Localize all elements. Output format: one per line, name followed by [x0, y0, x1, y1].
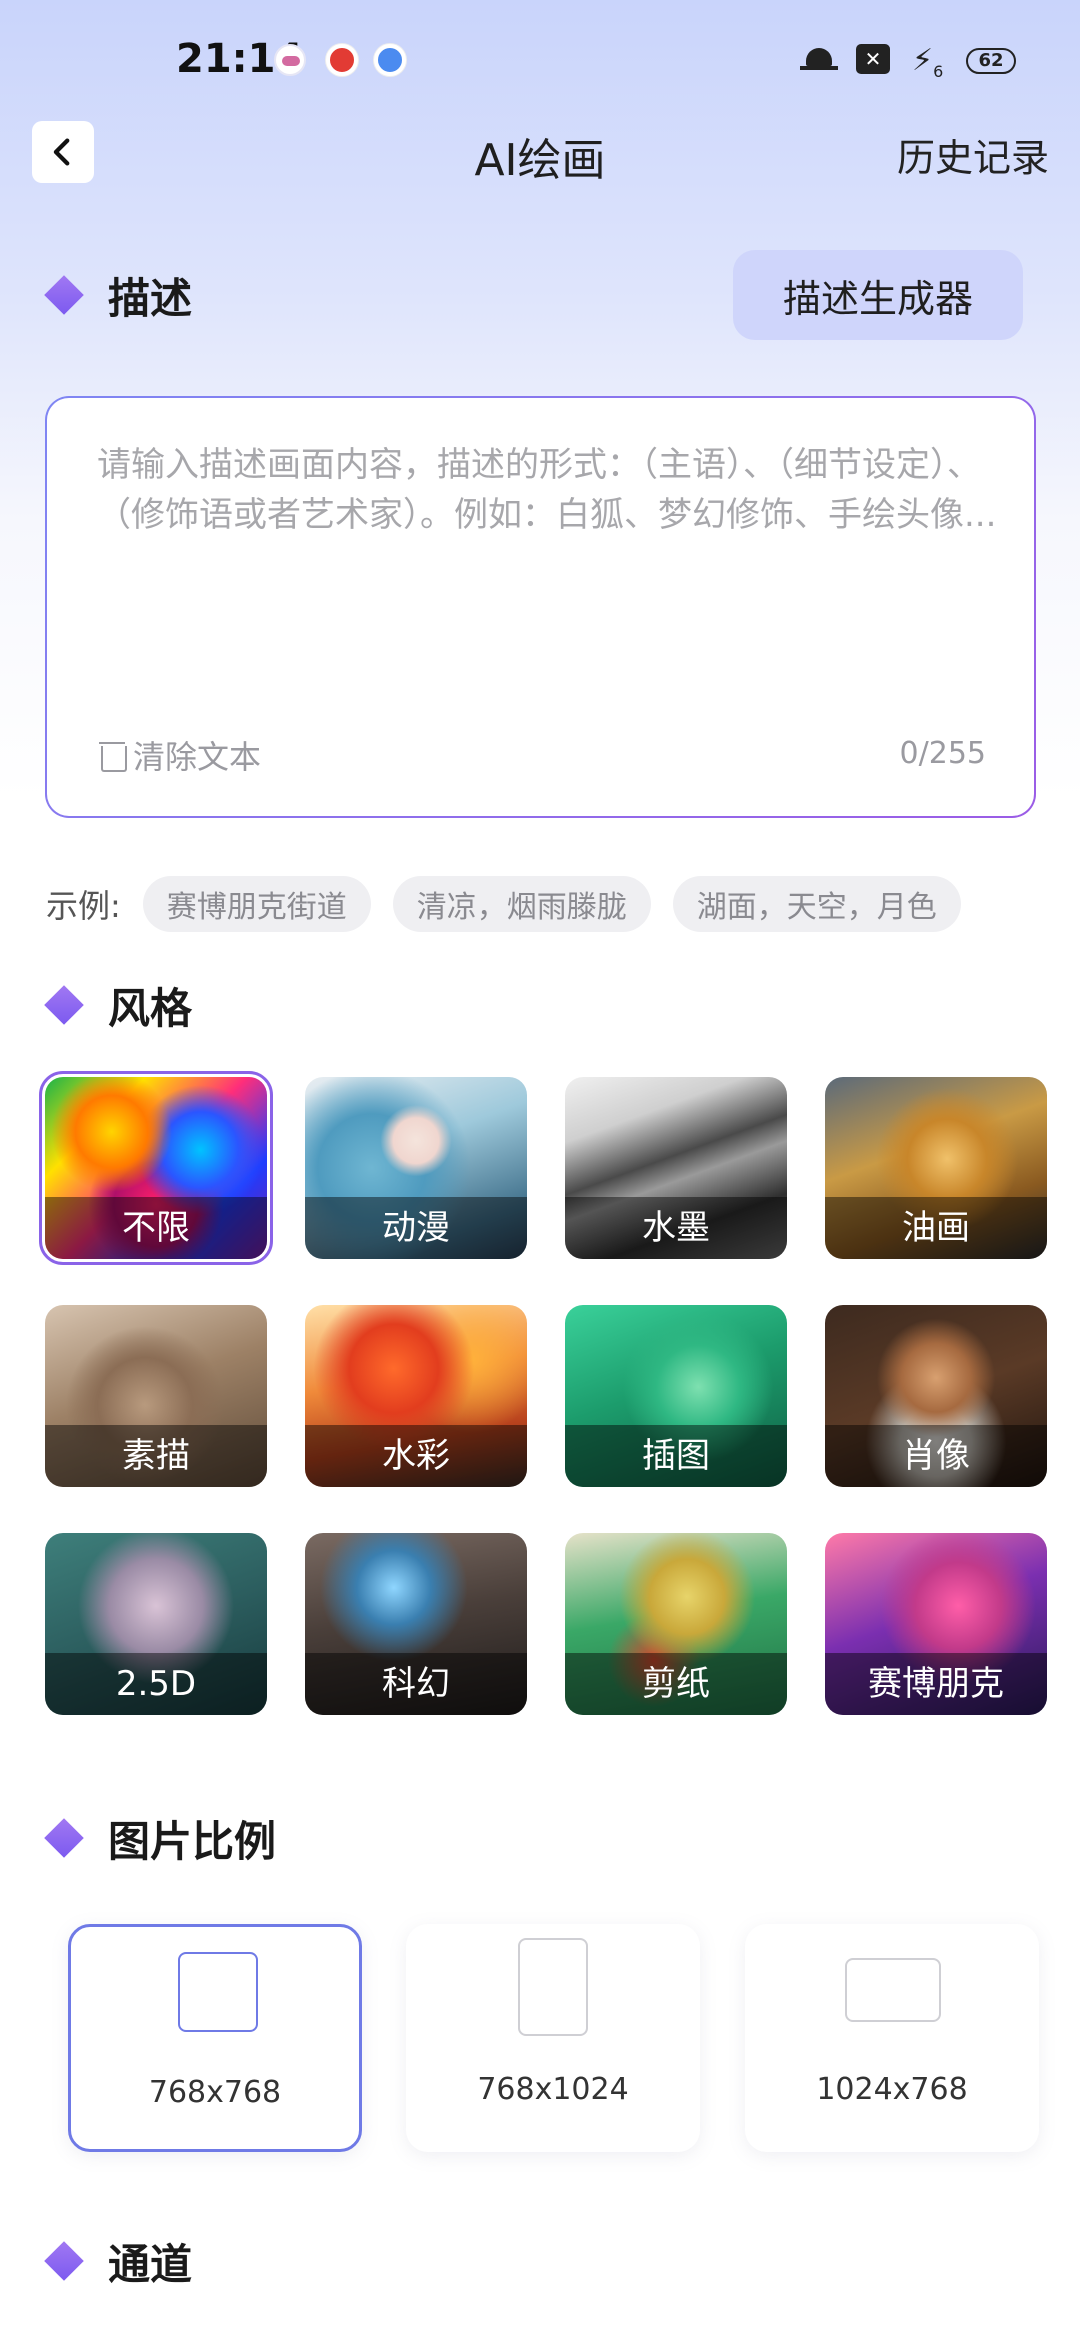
- ratio-label: 768x1024: [477, 2072, 629, 2107]
- square-ratio-icon: [178, 1952, 258, 2032]
- style-label: 插图: [565, 1425, 787, 1487]
- description-section-header: 描述: [44, 270, 192, 323]
- example-chip[interactable]: 赛博朋克街道: [142, 876, 371, 932]
- description-generator-button[interactable]: 描述生成器: [733, 250, 1023, 340]
- style-label: 油画: [825, 1197, 1047, 1259]
- app-notification-icon-2: [374, 44, 406, 76]
- ratio-section-header: 图片比例: [44, 1813, 276, 1866]
- prompt-input-inner[interactable]: 请输入描述画面内容，描述的形式：（主语）、（细节设定）、（修饰语或者艺术家）。例…: [47, 398, 1034, 816]
- style-card-unlimited[interactable]: 不限: [39, 1071, 273, 1265]
- section-title: 图片比例: [108, 1816, 277, 1866]
- examples-label: 示例:: [46, 887, 121, 925]
- trash-icon: [99, 738, 127, 772]
- style-label: 不限: [45, 1197, 267, 1259]
- section-title: 通道: [108, 2239, 193, 2289]
- style-label: 水墨: [565, 1197, 787, 1259]
- diamond-icon: [44, 1818, 84, 1858]
- diamond-icon: [44, 275, 84, 315]
- style-label: 动漫: [305, 1197, 527, 1259]
- history-button[interactable]: 历史记录: [897, 127, 1049, 182]
- ratio-label: 1024x768: [816, 2072, 968, 2107]
- sim-icon: ✕: [856, 44, 890, 74]
- style-section-header: 风格: [44, 980, 192, 1033]
- style-card-cyberpunk[interactable]: 赛博朋克: [825, 1533, 1047, 1715]
- style-label: 剪纸: [565, 1653, 787, 1715]
- clear-text-label: 清除文本: [133, 738, 262, 776]
- style-label: 科幻: [305, 1653, 527, 1715]
- prompt-input-box[interactable]: 请输入描述画面内容，描述的形式：（主语）、（细节设定）、（修饰语或者艺术家）。例…: [45, 396, 1036, 818]
- ratio-option-1024x768[interactable]: 1024x768: [745, 1924, 1039, 2152]
- style-card-portrait[interactable]: 肖像: [825, 1305, 1047, 1487]
- style-card-sketch[interactable]: 素描: [45, 1305, 267, 1487]
- example-chip[interactable]: 清凉，烟雨滕胧: [392, 876, 651, 932]
- style-card-25d[interactable]: 2.5D: [45, 1533, 267, 1715]
- game-app-icon: [274, 44, 306, 76]
- clear-text-button[interactable]: 清除文本: [99, 732, 261, 778]
- style-card-watercolor[interactable]: 水彩: [305, 1305, 527, 1487]
- style-card-illustration[interactable]: 插图: [565, 1305, 787, 1487]
- status-bar: 21:14 ✕ ⚡6 62: [0, 0, 1080, 120]
- section-title: 描述: [108, 273, 193, 323]
- style-label: 水彩: [305, 1425, 527, 1487]
- diamond-icon: [44, 985, 84, 1025]
- prompt-placeholder[interactable]: 请输入描述画面内容，描述的形式：（主语）、（细节设定）、（修饰语或者艺术家）。例…: [97, 440, 997, 540]
- style-label: 赛博朋克: [825, 1653, 1047, 1715]
- diamond-icon: [44, 2241, 84, 2281]
- style-card-ink[interactable]: 水墨: [565, 1077, 787, 1259]
- style-card-scifi[interactable]: 科幻: [305, 1533, 527, 1715]
- ratio-option-768x768[interactable]: 768x768: [68, 1924, 362, 2152]
- style-label: 素描: [45, 1425, 267, 1487]
- alarm-icon: [800, 44, 838, 74]
- battery-icon: 62: [966, 48, 1016, 74]
- example-chip[interactable]: 湖面，天空，月色: [672, 876, 961, 932]
- signal-icon: ⚡6: [912, 43, 944, 82]
- channel-section-header: 通道: [44, 2236, 192, 2289]
- network-sub: 6: [933, 62, 944, 81]
- examples-row: 示例: 赛博朋克街道 清凉，烟雨滕胧 湖面，天空，月色: [46, 876, 983, 932]
- section-title: 风格: [108, 983, 193, 1033]
- ratio-label: 768x768: [148, 2075, 282, 2110]
- app-notification-icon: [326, 44, 358, 76]
- style-card-anime[interactable]: 动漫: [305, 1077, 527, 1259]
- style-card-papercut[interactable]: 剪纸: [565, 1533, 787, 1715]
- ratio-option-768x1024[interactable]: 768x1024: [406, 1924, 700, 2152]
- style-label: 2.5D: [45, 1653, 267, 1715]
- char-count: 0/255: [899, 736, 986, 771]
- landscape-ratio-icon: [845, 1958, 941, 2022]
- portrait-ratio-icon: [518, 1938, 588, 2036]
- style-card-oil[interactable]: 油画: [825, 1077, 1047, 1259]
- style-label: 肖像: [825, 1425, 1047, 1487]
